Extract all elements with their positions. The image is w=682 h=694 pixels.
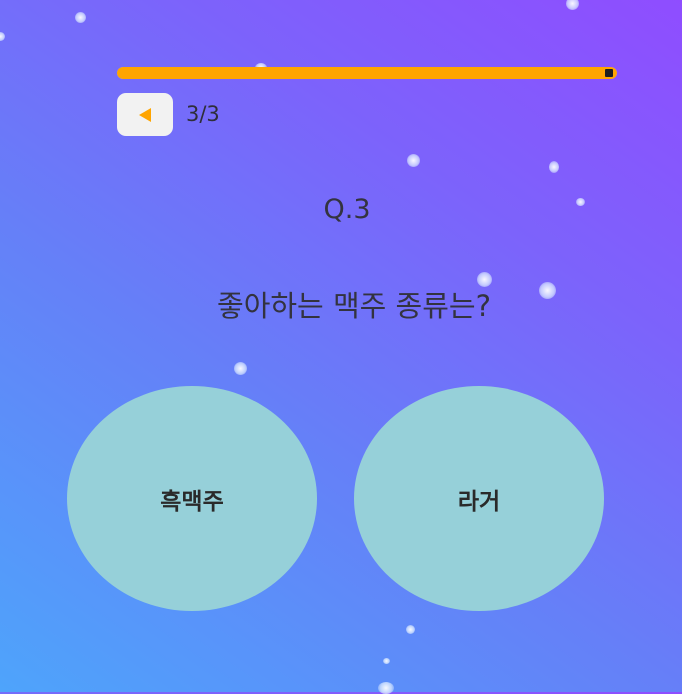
snowflake [566,0,579,10]
snowflake [383,658,390,664]
page-counter: 3/3 [186,102,220,126]
snow-background [0,0,682,694]
snowflake [406,625,415,634]
triangle-left-icon [139,107,151,122]
snowflake [0,32,5,41]
progress-end-marker [605,69,613,77]
question-text: 좋아하는 맥주 종류는? [217,289,491,323]
progress-bar [117,67,617,79]
question-number: Q.3 [323,194,371,225]
snowflake [407,154,420,167]
snowflake [549,161,559,173]
progress-bar-fill [117,67,617,79]
answer-button-dark-beer[interactable]: 흑맥주 [67,386,317,611]
answer-label: 흑맥주 [160,488,224,515]
answer-label: 라거 [457,488,501,515]
back-button[interactable] [117,93,173,136]
snowflake [75,12,86,23]
answer-button-lager[interactable]: 라거 [354,386,604,611]
snowflake [234,362,247,375]
snowflake [378,682,394,694]
